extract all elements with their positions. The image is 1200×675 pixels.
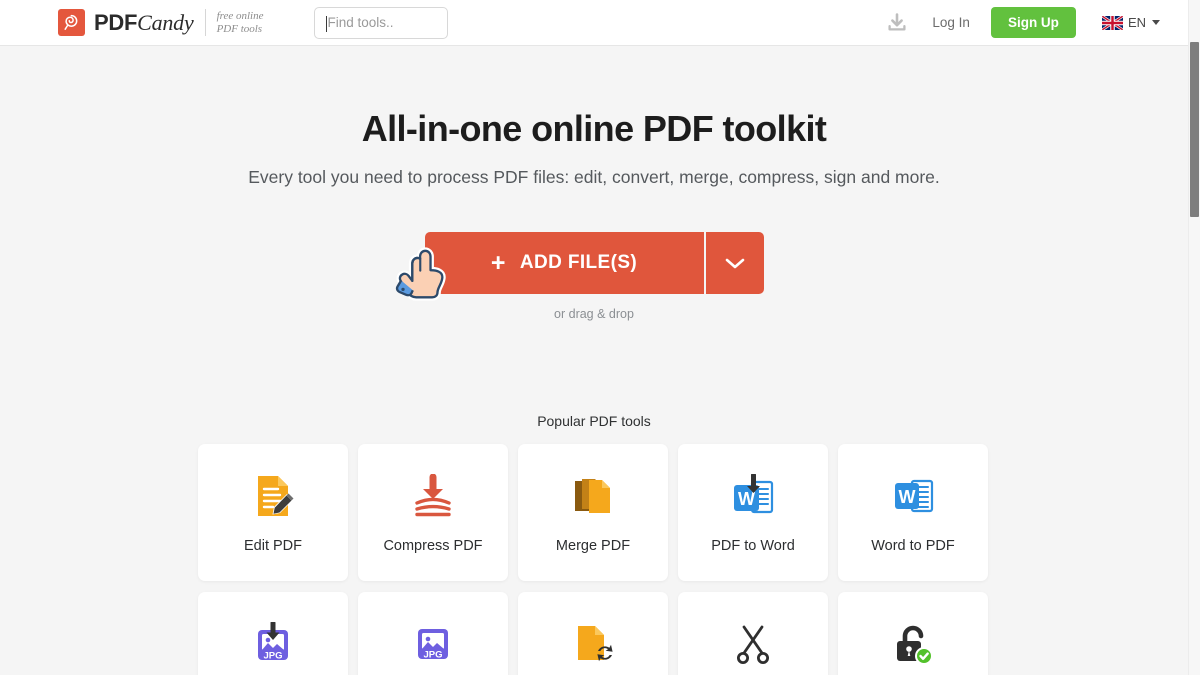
page-subtitle: Every tool you need to process PDF files… <box>248 167 940 187</box>
signup-button[interactable]: Sign Up <box>990 7 1076 38</box>
edit-pdf-icon <box>249 472 297 520</box>
tool-card-compress-pdf[interactable]: Compress PDF <box>358 444 508 581</box>
jpg-to-pdf-icon: JPG <box>409 620 457 668</box>
tool-label: PDF to Word <box>711 537 795 554</box>
word-to-pdf-icon: W <box>889 472 937 520</box>
tool-card-pdf-to-jpg[interactable]: JPG PDF to JPG <box>198 592 348 675</box>
chevron-down-icon <box>725 258 744 269</box>
tool-card-pdf-to-word[interactable]: W PDF to Word <box>678 444 828 581</box>
popular-tools-heading: Popular PDF tools <box>537 413 651 429</box>
tool-card-word-to-pdf[interactable]: W Word to PDF <box>838 444 988 581</box>
logo-tagline-line1: free online <box>216 9 264 22</box>
tool-label: Word to PDF <box>871 537 955 554</box>
search-input[interactable]: Find tools.. <box>313 6 448 39</box>
tool-card-split-pdf[interactable]: Split PDF <box>678 592 828 675</box>
language-selector[interactable]: EN <box>1101 15 1160 30</box>
page-root: PDF Candy free online PDF tools Find too… <box>0 0 1200 675</box>
logo-divider <box>204 9 206 36</box>
compress-pdf-icon <box>409 472 457 520</box>
page-scrollbar-thumb[interactable] <box>1190 42 1199 217</box>
hero-section: All-in-one online PDF toolkit Every tool… <box>0 46 1188 321</box>
header-actions: Log In Sign Up EN <box>884 7 1160 38</box>
pdf-to-word-icon: W <box>729 472 777 520</box>
pdfcandy-lollipop-logo-icon <box>58 9 85 36</box>
merge-pdf-icon <box>569 472 617 520</box>
tool-card-jpg-to-pdf[interactable]: JPG JPG to PDF <box>358 592 508 675</box>
drag-drop-note: or drag & drop <box>554 307 634 321</box>
download-icon[interactable] <box>884 10 910 36</box>
site-header: PDF Candy free online PDF tools Find too… <box>0 0 1188 46</box>
page-title: All-in-one online PDF toolkit <box>361 108 827 149</box>
svg-text:W: W <box>899 487 916 507</box>
login-link[interactable]: Log In <box>932 15 970 30</box>
logo-tagline: free online PDF tools <box>217 10 264 36</box>
logo-text-pdf: PDF <box>94 9 138 35</box>
chevron-down-icon <box>1152 20 1160 25</box>
tool-card-unlock-pdf[interactable]: Unlock PDF <box>838 592 988 675</box>
add-files-label: ADD FILE(S) <box>519 252 638 273</box>
tool-label: Merge PDF <box>555 537 631 554</box>
pdf-converter-icon <box>569 620 617 668</box>
add-files-dropdown-button[interactable] <box>703 232 764 294</box>
language-code: EN <box>1127 15 1146 30</box>
pdf-to-jpg-icon: JPG <box>249 620 297 668</box>
unlock-pdf-icon <box>889 620 937 668</box>
add-files-button[interactable]: + ADD FILE(S) <box>424 232 704 294</box>
svg-text:JPG: JPG <box>263 650 282 661</box>
tool-label: Compress PDF <box>383 537 483 554</box>
split-pdf-icon <box>729 620 777 668</box>
add-files-row: + ADD FILE(S) <box>0 232 1188 301</box>
logo-tagline-line2: PDF tools <box>216 22 263 35</box>
text-caret <box>325 15 327 32</box>
tools-grid: Edit PDF Compress PDF Merge PDF W PDF to… <box>198 444 988 675</box>
uk-flag-icon <box>1101 15 1123 30</box>
logo-text-candy: Candy <box>137 9 194 35</box>
add-files-group: + ADD FILE(S) <box>395 232 764 301</box>
site-logo[interactable]: PDF Candy free online PDF tools <box>58 9 264 36</box>
svg-text:W: W <box>738 489 755 509</box>
tool-card-edit-pdf[interactable]: Edit PDF <box>198 444 348 581</box>
tool-card-merge-pdf[interactable]: Merge PDF <box>518 444 668 581</box>
page-scrollbar-track[interactable] <box>1188 0 1200 675</box>
tool-label: Edit PDF <box>243 537 302 554</box>
svg-text:JPG: JPG <box>423 649 442 660</box>
search-placeholder: Find tools.. <box>327 15 394 30</box>
tool-card-pdf-converter[interactable]: PDF Converter <box>518 592 668 675</box>
